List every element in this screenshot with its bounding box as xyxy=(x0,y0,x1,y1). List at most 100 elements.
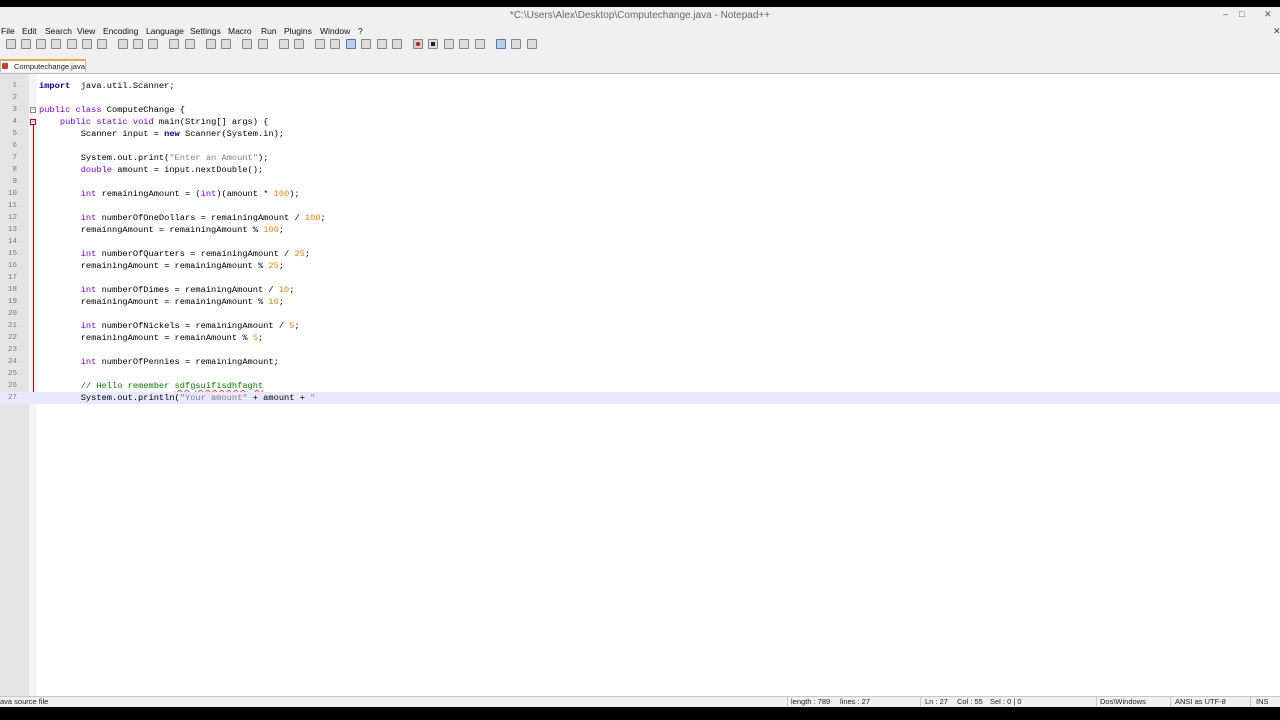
save-icon[interactable] xyxy=(36,39,46,49)
menu-search[interactable]: Search xyxy=(45,26,72,36)
code-token: sdfgsuifisdhfaght xyxy=(174,381,264,391)
code-token: )(amount * xyxy=(216,189,274,199)
code-line[interactable]: 2 xyxy=(0,92,1280,104)
menu-window[interactable]: Window xyxy=(320,26,350,36)
code-token: ComputeChange { xyxy=(101,105,185,115)
redo-icon[interactable] xyxy=(185,39,195,49)
code-text: System.out.println("Your amount" + amoun… xyxy=(39,392,316,404)
code-editor[interactable]: − − 1 import java.util.Scanner; 2 3 public c… xyxy=(0,74,1280,697)
function-list-icon[interactable] xyxy=(392,39,402,49)
line-number: 16 xyxy=(7,262,17,270)
code-line[interactable]: 9 xyxy=(0,176,1280,188)
code-line[interactable]: 11 xyxy=(0,200,1280,212)
find-icon[interactable] xyxy=(206,39,216,49)
code-line[interactable]: 6 xyxy=(0,140,1280,152)
indent-guide-icon[interactable] xyxy=(346,39,356,49)
code-line[interactable]: 5 Scanner input = new Scanner(System.in)… xyxy=(0,128,1280,140)
code-line[interactable]: 7 System.out.print("Enter an Amount"); xyxy=(0,152,1280,164)
code-line[interactable]: 22 remainingAmount = remainAmount % 5; xyxy=(0,332,1280,344)
code-line[interactable]: 4 public static void main(String[] args)… xyxy=(0,116,1280,128)
menu-macro[interactable]: Macro xyxy=(228,26,252,36)
code-token: int xyxy=(80,249,97,259)
code-token: int xyxy=(80,213,97,223)
status-insert-mode: INS xyxy=(1256,697,1269,706)
zoom-out-icon[interactable] xyxy=(258,39,268,49)
line-number: 19 xyxy=(7,298,17,306)
save-macro-icon[interactable] xyxy=(475,39,485,49)
doc-map-icon[interactable] xyxy=(377,39,387,49)
open-file-icon[interactable] xyxy=(21,39,31,49)
code-line[interactable]: 8 double amount = input.nextDouble(); xyxy=(0,164,1280,176)
spell-check-icon[interactable] xyxy=(527,39,537,49)
code-line[interactable]: 17 xyxy=(0,272,1280,284)
replace-icon[interactable] xyxy=(221,39,231,49)
close-icon[interactable] xyxy=(67,39,77,49)
menu-plugins[interactable]: Plugins xyxy=(284,26,312,36)
menu-encoding[interactable]: Encoding xyxy=(103,26,138,36)
code-token: 100 xyxy=(273,189,290,199)
code-token: Scanner(System.in); xyxy=(179,129,285,139)
code-token: amount = input.nextDouble(); xyxy=(112,165,264,175)
undo-icon[interactable] xyxy=(169,39,179,49)
paste-icon[interactable] xyxy=(148,39,158,49)
maximize-button[interactable]: □ xyxy=(1239,9,1244,19)
menu-view[interactable]: View xyxy=(77,26,95,36)
code-token: java.util.Scanner; xyxy=(70,81,175,91)
run-macro-multiple-icon[interactable] xyxy=(459,39,469,49)
zoom-in-icon[interactable] xyxy=(242,39,252,49)
code-line[interactable]: 19 remainingAmount = remainingAmount % 1… xyxy=(0,296,1280,308)
close-all-icon[interactable] xyxy=(82,39,92,49)
code-line[interactable]: 23 xyxy=(0,344,1280,356)
code-line[interactable]: 21 int numberOfNickels = remainingAmount… xyxy=(0,320,1280,332)
minimize-button[interactable]: – xyxy=(1223,9,1228,19)
code-line[interactable]: 15 int numberOfQuarters = remainingAmoun… xyxy=(0,248,1280,260)
close-window-button[interactable]: ✕ xyxy=(1264,9,1272,19)
code-line[interactable]: 3 public class ComputeChange { xyxy=(0,104,1280,116)
code-token: ; xyxy=(304,249,311,259)
new-file-icon[interactable] xyxy=(6,39,16,49)
stop-recording-icon[interactable] xyxy=(428,39,438,49)
code-text: remainingAmount = remainingAmount % 25; xyxy=(39,260,284,272)
code-line[interactable]: 1 import java.util.Scanner; xyxy=(0,80,1280,92)
udl-icon[interactable] xyxy=(361,39,371,49)
menu-help[interactable]: ? xyxy=(358,26,363,36)
code-line[interactable]: 10 int remainingAmount = (int)(amount * … xyxy=(0,188,1280,200)
menu-run[interactable]: Run xyxy=(261,26,277,36)
menu-file[interactable]: File xyxy=(1,26,15,36)
code-line[interactable]: 14 xyxy=(0,236,1280,248)
line-number: 20 xyxy=(7,310,17,318)
status-separator xyxy=(1250,697,1251,707)
code-line[interactable]: 12 int numberOfOneDollars = remainingAmo… xyxy=(0,212,1280,224)
sync-vertical-icon[interactable] xyxy=(279,39,289,49)
word-wrap-icon[interactable] xyxy=(315,39,325,49)
print-icon[interactable] xyxy=(97,39,107,49)
save-all-icon[interactable] xyxy=(51,39,61,49)
code-token: " xyxy=(310,393,316,403)
ds-icon[interactable] xyxy=(496,39,506,49)
tab-computechange-java[interactable]: Computechange.java xyxy=(0,59,86,72)
record-macro-icon[interactable] xyxy=(413,39,423,49)
copy-icon[interactable] xyxy=(133,39,143,49)
close-document-x-icon[interactable]: ✕ xyxy=(1273,26,1280,37)
code-line[interactable]: 27 System.out.println("Your amount" + am… xyxy=(0,392,1280,404)
code-line[interactable]: 26 // Hello remember sdfgsuifisdhfaght xyxy=(0,380,1280,392)
status-file-type: ava source file xyxy=(0,697,49,706)
code-line[interactable]: 20 xyxy=(0,308,1280,320)
code-line[interactable]: 25 xyxy=(0,368,1280,380)
code-line[interactable]: 13 remainngAmount = remainingAmount % 10… xyxy=(0,224,1280,236)
menu-settings[interactable]: Settings xyxy=(190,26,221,36)
cut-icon[interactable] xyxy=(118,39,128,49)
playback-macro-icon[interactable] xyxy=(444,39,454,49)
menu-language[interactable]: Language xyxy=(146,26,184,36)
line-number: 4 xyxy=(12,118,17,126)
code-line[interactable]: 18 int numberOfDimes = remainingAmount /… xyxy=(0,284,1280,296)
launch-in-browser-icon[interactable] xyxy=(511,39,521,49)
menu-edit[interactable]: Edit xyxy=(22,26,37,36)
show-all-chars-icon[interactable] xyxy=(330,39,340,49)
code-line[interactable]: 24 int numberOfPennies = remainingAmount… xyxy=(0,356,1280,368)
code-line[interactable]: 16 remainingAmount = remainingAmount % 2… xyxy=(0,260,1280,272)
code-text: remainngAmount = remainingAmount % 100; xyxy=(39,224,284,236)
line-number: 13 xyxy=(7,226,17,234)
line-number: 6 xyxy=(12,142,17,150)
sync-horizontal-icon[interactable] xyxy=(294,39,304,49)
